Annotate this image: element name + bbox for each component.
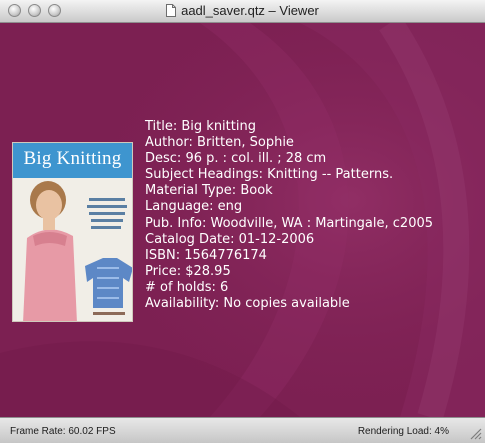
cover-title: Big Knitting xyxy=(23,148,122,169)
detail-price: Price: $28.95 xyxy=(145,263,231,279)
detail-author: Author: Britten, Sophie xyxy=(145,135,294,151)
frame-rate-label: Frame Rate: xyxy=(10,426,66,437)
title-bar[interactable]: aadl_saver.qtz – Viewer xyxy=(0,0,485,23)
status-bar: Frame Rate: 60.02 FPS Rendering Load: 4% xyxy=(0,417,485,443)
detail-isbn: ISBN: 1564776174 xyxy=(145,247,267,263)
detail-holds: # of holds: 6 xyxy=(145,279,229,295)
detail-catalog-date: Catalog Date: 01-12-2006 xyxy=(145,231,315,247)
detail-subject-headings: Subject Headings: Knitting -- Patterns. xyxy=(145,167,394,183)
detail-language: Language: eng xyxy=(145,199,243,215)
composition-view: Big Knitting Title: Big knitting Author:… xyxy=(0,23,485,417)
detail-description: Desc: 96 p. : col. ill. ; 28 cm xyxy=(145,151,327,167)
frame-rate-value: 60.02 FPS xyxy=(68,426,116,437)
cover-photo xyxy=(13,178,132,321)
book-cover: Big Knitting xyxy=(12,142,133,322)
rendering-load-readout: Rendering Load: 4% xyxy=(358,426,449,437)
document-icon xyxy=(166,4,177,17)
rendering-load-label: Rendering Load: xyxy=(357,426,432,437)
detail-title: Title: Big knitting xyxy=(145,119,256,134)
detail-material-type: Material Type: Book xyxy=(145,183,273,199)
book-details: Title: Big knitting Author: Britten, Sop… xyxy=(145,119,433,312)
detail-availability: Availability: No copies available xyxy=(145,296,350,312)
window-title: aadl_saver.qtz – Viewer xyxy=(181,3,319,18)
detail-pub-info: Pub. Info: Woodville, WA : Martingale, c… xyxy=(145,215,434,231)
resize-grip-icon[interactable] xyxy=(468,426,482,440)
cover-banner: Big Knitting xyxy=(13,143,132,178)
viewer-window: aadl_saver.qtz – Viewer Big Knitting Tit… xyxy=(0,0,485,443)
frame-rate-readout: Frame Rate: 60.02 FPS xyxy=(10,426,116,437)
window-title-group: aadl_saver.qtz – Viewer xyxy=(0,3,485,18)
rendering-load-value: 4% xyxy=(434,426,449,437)
